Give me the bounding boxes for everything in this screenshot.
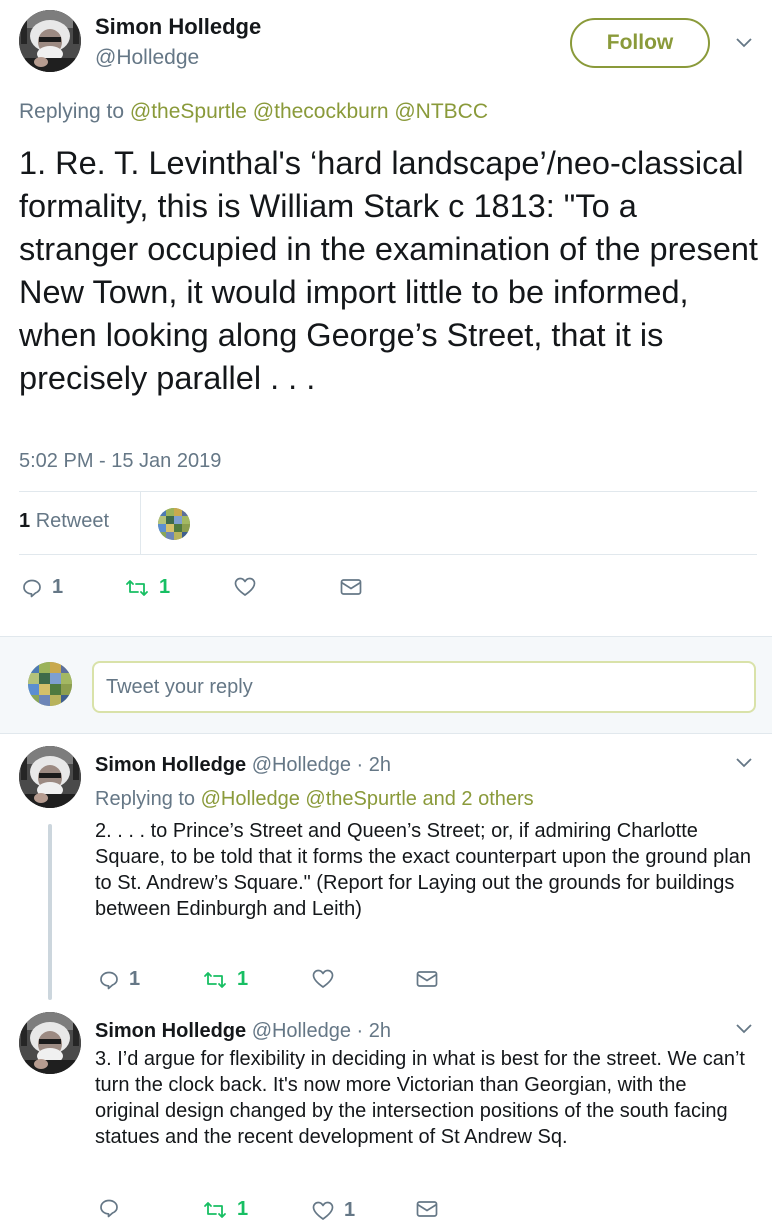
- mention-links[interactable]: @Holledge @theSpurtle: [201, 788, 417, 810]
- retweet-action-count: 1: [159, 576, 171, 598]
- replying-to: Replying to @theSpurtle @thecockburn @NT…: [19, 100, 488, 124]
- message-action[interactable]: [416, 970, 438, 988]
- retweet-action[interactable]: 1: [203, 1198, 248, 1221]
- mention-links[interactable]: @theSpurtle @thecockburn @NTBCC: [130, 100, 488, 123]
- replying-to: Replying to @Holledge @theSpurtle and 2 …: [95, 788, 534, 811]
- reply-count: 1: [52, 576, 64, 598]
- timestamp[interactable]: 5:02 PM - 15 Jan 2019: [19, 450, 221, 473]
- reply-input[interactable]: Tweet your reply: [92, 661, 756, 713]
- reply-tweet[interactable]: Simon Holledge @Holledge · 2h Replying t…: [0, 736, 772, 1016]
- reply-count: 1: [129, 968, 141, 990]
- author-name[interactable]: Simon Holledge: [95, 14, 261, 40]
- divider: [140, 492, 141, 554]
- author-handle-time[interactable]: @Holledge · 2h: [252, 754, 391, 776]
- avatar[interactable]: [19, 1012, 81, 1074]
- main-tweet: Simon Holledge @Holledge Follow Replying…: [0, 0, 772, 636]
- chevron-down-icon[interactable]: [736, 758, 752, 768]
- retweet-action-count: 1: [237, 968, 249, 990]
- retweet-action-count: 1: [237, 1198, 249, 1220]
- chevron-down-icon[interactable]: [736, 1024, 752, 1034]
- reply-header: Simon Holledge @Holledge · 2h: [95, 754, 391, 777]
- reply-header: Simon Holledge @Holledge · 2h: [95, 1020, 391, 1043]
- avatar[interactable]: [19, 746, 81, 808]
- thread-line: [48, 824, 52, 1000]
- tweet-text: 1. Re. T. Levinthal's ‘hard landscape’/n…: [19, 145, 758, 396]
- author-name[interactable]: Simon Holledge: [95, 754, 246, 776]
- avatar: [28, 662, 72, 706]
- tweet-text: 3. I’d argue for flexibility in deciding…: [95, 1048, 745, 1148]
- retweeter-avatar[interactable]: [158, 508, 190, 540]
- tweet-text: 2. . . . to Prince’s Street and Queen’s …: [95, 820, 751, 920]
- replying-prefix: Replying to: [95, 788, 201, 810]
- replying-prefix: Replying to: [19, 100, 130, 123]
- divider: [19, 491, 757, 492]
- like-action[interactable]: [312, 969, 334, 989]
- chevron-down-icon[interactable]: [736, 38, 752, 48]
- others-link[interactable]: and 2 others: [417, 788, 533, 810]
- author-handle[interactable]: @Holledge: [95, 46, 199, 70]
- retweet-action[interactable]: 1: [125, 576, 170, 599]
- retweet-count: 1: [19, 510, 31, 532]
- reply-tweet[interactable]: Simon Holledge @Holledge · 2h 3. I’d arg…: [0, 1002, 772, 1232]
- retweet-stats[interactable]: 1 Retweet: [19, 510, 109, 533]
- reply-action[interactable]: [99, 1198, 119, 1218]
- author-handle-time[interactable]: @Holledge · 2h: [252, 1020, 391, 1042]
- retweet-label: Retweet: [35, 510, 110, 532]
- reply-action[interactable]: 1: [22, 576, 63, 599]
- reply-composer: Tweet your reply: [0, 636, 772, 734]
- follow-button[interactable]: Follow: [570, 18, 710, 68]
- like-action[interactable]: [234, 577, 256, 597]
- avatar[interactable]: [19, 10, 81, 72]
- like-count: 1: [344, 1199, 356, 1221]
- author-name[interactable]: Simon Holledge: [95, 1020, 246, 1042]
- reply-action[interactable]: 1: [99, 968, 140, 991]
- message-action[interactable]: [416, 1200, 438, 1218]
- like-action[interactable]: 1: [312, 1199, 355, 1222]
- message-action[interactable]: [340, 578, 362, 596]
- retweet-action[interactable]: 1: [203, 968, 248, 991]
- divider: [19, 554, 757, 555]
